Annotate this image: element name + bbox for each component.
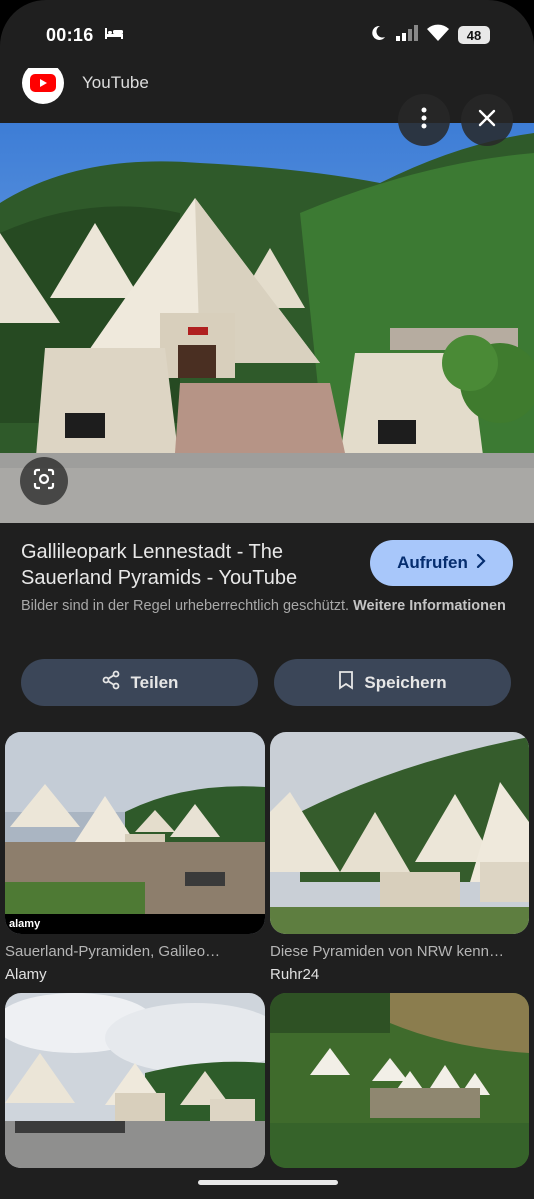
status-left: 00:16 — [46, 25, 124, 46]
related-source: Alamy — [5, 966, 47, 983]
related-card[interactable] — [5, 993, 265, 1168]
visit-button[interactable]: Aufrufen — [370, 540, 513, 586]
save-button[interactable]: Speichern — [274, 659, 511, 706]
status-time: 00:16 — [46, 24, 94, 45]
share-icon — [101, 670, 121, 695]
lens-icon — [32, 467, 56, 496]
share-label: Teilen — [130, 672, 179, 692]
phone-screen: 00:16 48 YouTube Gallileopark Lennestadt… — [0, 0, 534, 1199]
related-thumbnail[interactable] — [270, 993, 529, 1168]
signal-icon — [396, 24, 418, 46]
visit-label: Aufrufen — [397, 553, 468, 572]
save-label: Speichern — [364, 672, 447, 692]
alamy-watermark: alamy — [5, 914, 265, 934]
more-info-link[interactable]: Weitere Informationen — [353, 598, 506, 614]
home-indicator[interactable] — [198, 1180, 338, 1185]
source-header[interactable]: YouTube — [22, 68, 149, 112]
result-title[interactable]: Gallileopark Lennestadt - The Sauerland … — [21, 539, 341, 591]
battery-indicator: 48 — [458, 26, 490, 44]
related-source: Ruhr24 — [270, 966, 320, 983]
status-right: 48 — [369, 24, 490, 47]
youtube-logo-icon — [22, 68, 64, 104]
bed-icon — [104, 26, 124, 45]
wifi-icon — [427, 24, 449, 46]
close-button[interactable] — [461, 94, 513, 146]
related-card[interactable]: Diese Pyramiden von NRW kenn… Ruhr24 — [270, 732, 529, 983]
more-vertical-icon — [421, 107, 427, 134]
main-image[interactable] — [0, 123, 534, 523]
status-bar: 00:16 48 — [0, 0, 534, 70]
source-name: YouTube — [82, 73, 149, 92]
bookmark-icon — [338, 670, 354, 695]
related-card[interactable]: alamy Sauerland-Pyramiden, Galileo… Alam… — [5, 732, 265, 983]
close-icon — [478, 109, 496, 132]
related-card[interactable] — [270, 993, 529, 1168]
copyright-text: Bilder sind in der Regel urheberrechtlic… — [21, 598, 350, 614]
related-caption: Sauerland-Pyramiden, Galileo… — [5, 943, 221, 960]
related-caption: Diese Pyramiden von NRW kenn… — [270, 943, 504, 960]
lens-search-button[interactable] — [20, 457, 68, 505]
related-thumbnail[interactable]: alamy — [5, 732, 265, 934]
copyright-notice: Bilder sind in der Regel urheberrechtlic… — [21, 596, 516, 617]
more-options-button[interactable] — [398, 94, 450, 146]
moon-icon — [369, 24, 387, 47]
share-button[interactable]: Teilen — [21, 659, 258, 706]
related-thumbnail[interactable] — [5, 993, 265, 1168]
related-thumbnail[interactable] — [270, 732, 529, 934]
chevron-right-icon — [476, 553, 486, 573]
